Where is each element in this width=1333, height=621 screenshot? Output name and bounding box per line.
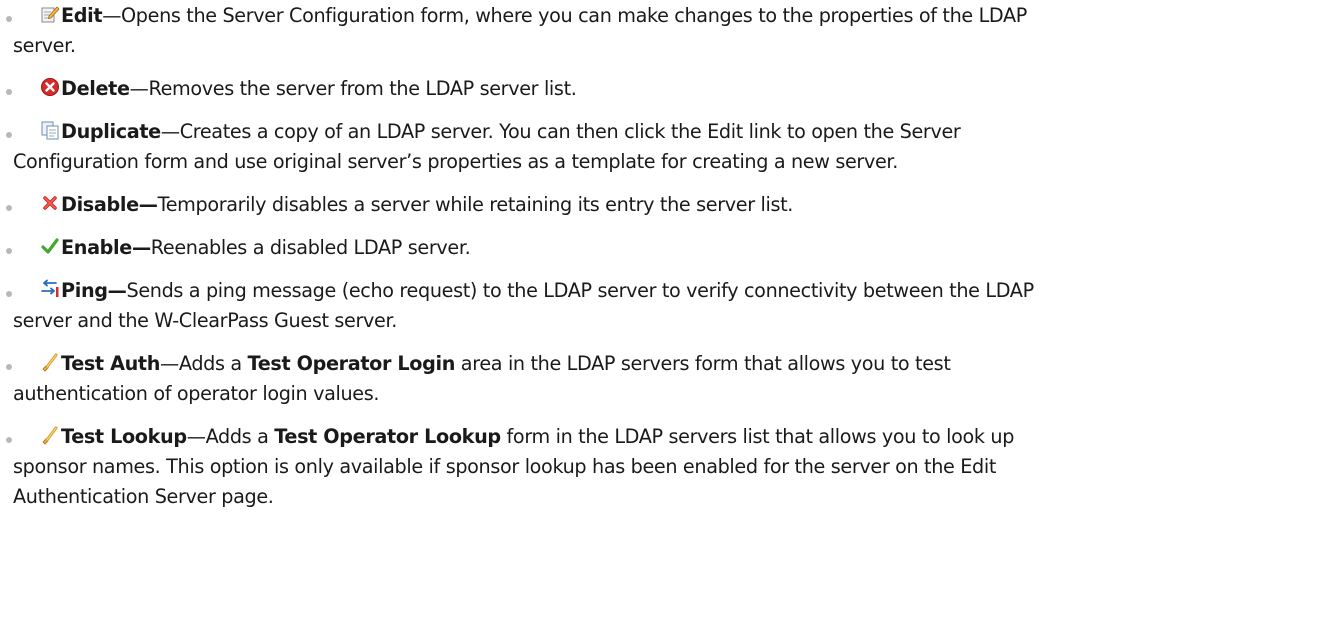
item-text-continued: sponsor names. This option is only avail… <box>13 455 996 478</box>
item-term: Ping— <box>61 279 127 302</box>
list-item-disable: Disable—Temporarily disables a server wh… <box>0 190 1333 220</box>
item-term: Disable— <box>61 193 158 216</box>
item-separator: — <box>160 352 179 375</box>
bullet <box>6 89 12 95</box>
item-term: Edit <box>61 4 103 27</box>
ping-icon <box>40 279 60 299</box>
item-text: form in the LDAP servers list that allow… <box>500 425 1015 448</box>
item-text: Reenables a disabled LDAP server. <box>150 236 471 259</box>
item-separator: — <box>186 425 206 448</box>
item-text-continued-2: Authentication Server page. <box>13 485 274 508</box>
item-term: Test Auth <box>61 352 161 375</box>
duplicate-icon <box>40 120 60 140</box>
bullet <box>6 291 12 297</box>
enable-icon <box>40 236 60 256</box>
item-strong-text: Test Operator Lookup <box>274 425 501 448</box>
bullet <box>6 205 12 211</box>
list-item-test-auth: Test Auth—Adds a Test Operator Login are… <box>0 349 1333 409</box>
list-item-duplicate: Duplicate—Creates a copy of an LDAP serv… <box>0 117 1333 177</box>
item-text: Creates a copy of an LDAP server. You ca… <box>179 120 961 143</box>
item-text: Adds a <box>205 425 275 448</box>
item-text: area in the LDAP servers form that allow… <box>455 352 951 375</box>
delete-icon <box>40 77 60 97</box>
item-text: Opens the Server Configuration form, whe… <box>121 4 1028 27</box>
list-item-delete: Delete—Removes the server from the LDAP … <box>0 74 1333 104</box>
item-term: Duplicate <box>61 120 161 143</box>
list-item-ping: Ping—Sends a ping message (echo request)… <box>0 276 1333 336</box>
item-text: Sends a ping message (echo request) to t… <box>126 279 1034 302</box>
list-item-edit: Edit—Opens the Server Configuration form… <box>0 1 1333 61</box>
item-text-continued: server and the W-ClearPass Guest server. <box>13 309 398 332</box>
test-auth-icon <box>40 352 60 372</box>
bullet <box>6 437 12 443</box>
item-term: Enable— <box>61 236 151 259</box>
list-item-test-lookup: Test Lookup—Adds a Test Operator Lookup … <box>0 422 1333 512</box>
item-separator: — <box>160 120 180 143</box>
item-text: Temporarily disables a server while reta… <box>157 193 794 216</box>
item-separator: — <box>102 4 122 27</box>
bullet <box>6 16 12 22</box>
edit-icon <box>40 4 60 24</box>
item-separator: — <box>129 77 149 100</box>
list-item-enable: Enable—Reenables a disabled LDAP server. <box>0 233 1333 263</box>
test-lookup-icon <box>40 425 60 445</box>
item-text: Adds a <box>178 352 248 375</box>
disable-icon <box>40 193 60 213</box>
item-text: Removes the server from the LDAP server … <box>148 77 577 100</box>
bullet <box>6 364 12 370</box>
item-strong-text: Test Operator Login <box>247 352 456 375</box>
bullet <box>6 248 12 254</box>
item-text-continued: authentication of operator login values. <box>13 382 380 405</box>
bullet <box>6 132 12 138</box>
item-text-continued: server. <box>13 34 76 57</box>
item-text-continued: Configuration form and use original serv… <box>13 150 898 173</box>
item-term: Delete <box>61 77 130 100</box>
item-term: Test Lookup <box>61 425 187 448</box>
action-list: Edit—Opens the Server Configuration form… <box>0 1 1333 512</box>
